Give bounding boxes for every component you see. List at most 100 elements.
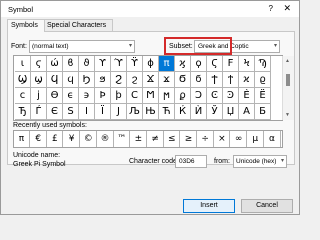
symbol-cell[interactable]: Ͻ bbox=[191, 88, 207, 104]
dialog-title: Symbol bbox=[8, 5, 34, 14]
symbol-cell[interactable]: Ϛ bbox=[207, 56, 223, 72]
symbol-cell[interactable]: Ϝ bbox=[223, 56, 239, 72]
font-select-value: (normal text) bbox=[32, 43, 69, 50]
symbol-cell[interactable]: Б bbox=[255, 104, 271, 120]
symbol-cell[interactable]: ϲ bbox=[15, 88, 31, 104]
symbol-cell[interactable]: ϙ bbox=[191, 56, 207, 72]
recent-symbol-cell[interactable]: ∞ bbox=[231, 131, 248, 147]
symbol-cell[interactable]: ϐ bbox=[63, 56, 79, 72]
character-code-input[interactable]: 03D6 bbox=[175, 155, 207, 168]
recent-symbol-cell[interactable]: × bbox=[214, 131, 231, 147]
tab-special-characters[interactable]: Special Characters bbox=[43, 19, 113, 31]
symbol-cell[interactable]: ώ bbox=[47, 56, 63, 72]
symbol-cell[interactable]: Ј bbox=[111, 104, 127, 120]
symbol-cell[interactable]: ϥ bbox=[63, 72, 79, 88]
symbol-cell[interactable]: Ϧ bbox=[79, 72, 95, 88]
symbol-cell[interactable]: ϯ bbox=[223, 72, 239, 88]
symbol-cell[interactable]: А bbox=[239, 104, 255, 120]
symbol-cell[interactable]: Ϸ bbox=[95, 88, 111, 104]
symbol-cell[interactable]: π bbox=[159, 56, 175, 72]
symbol-cell[interactable]: ϼ bbox=[175, 88, 191, 104]
symbol-cell[interactable]: ι bbox=[15, 56, 31, 72]
grid-scrollbar[interactable]: ▲ ▼ bbox=[282, 56, 294, 120]
recent-symbol-cell[interactable]: ÷ bbox=[198, 131, 214, 147]
recent-symbol-cell[interactable]: © bbox=[81, 131, 97, 147]
symbol-cell[interactable]: Ѕ bbox=[63, 104, 79, 120]
symbol-cell[interactable]: ϣ bbox=[31, 72, 47, 88]
close-icon[interactable]: ✕ bbox=[283, 3, 291, 14]
tab-symbols[interactable]: Symbols bbox=[7, 19, 45, 32]
symbol-cell[interactable]: Ё bbox=[255, 88, 271, 104]
symbol-cell[interactable]: Ϫ bbox=[143, 72, 159, 88]
recent-symbol-cell[interactable]: ≠ bbox=[148, 131, 164, 147]
recent-symbol-cell[interactable]: ® bbox=[98, 131, 114, 147]
symbol-cell[interactable]: ϰ bbox=[239, 72, 255, 88]
recent-symbol-cell[interactable]: € bbox=[31, 131, 47, 147]
symbol-cell[interactable]: Ѝ bbox=[191, 104, 207, 120]
symbol-cell[interactable]: Ѐ bbox=[239, 88, 255, 104]
symbol-cell[interactable]: ϕ bbox=[143, 56, 159, 72]
recent-symbol-cell[interactable]: ≤ bbox=[164, 131, 181, 147]
symbol-cell[interactable]: ϵ bbox=[63, 88, 79, 104]
recent-symbols-label: Recently used symbols: bbox=[13, 122, 87, 129]
scroll-thumb[interactable] bbox=[286, 74, 290, 86]
recent-symbol-cell[interactable]: ≥ bbox=[181, 131, 197, 147]
from-label: from: bbox=[214, 158, 230, 165]
symbol-cell[interactable]: Љ bbox=[127, 104, 143, 120]
symbol-cell[interactable]: ϭ bbox=[191, 72, 207, 88]
symbol-cell[interactable]: ϩ bbox=[127, 72, 143, 88]
symbol-cell[interactable]: І bbox=[79, 104, 95, 120]
symbol-grid[interactable]: ▲ ▼ ιϛώϐϑϒϓϔϕπϗϙϚϜϞϠ ϢϣϤϥϦϧϨϩϪϫϬϭϮϯϰϱ ϲϳϴϵ… bbox=[13, 55, 294, 121]
help-button[interactable]: ? bbox=[269, 4, 273, 13]
recent-symbol-cell[interactable]: π bbox=[14, 131, 30, 147]
symbol-cell[interactable]: Ͽ bbox=[223, 88, 239, 104]
recent-symbol-cell[interactable]: £ bbox=[47, 131, 64, 147]
symbol-cell[interactable]: ϫ bbox=[159, 72, 175, 88]
recent-symbol-cell[interactable]: α bbox=[265, 131, 281, 147]
symbol-cell[interactable]: Ѓ bbox=[31, 104, 47, 120]
symbol-cell[interactable]: ϳ bbox=[31, 88, 47, 104]
from-select[interactable]: Unicode (hex) ▾ bbox=[233, 155, 287, 168]
recent-symbol-cell[interactable]: µ bbox=[248, 131, 264, 147]
symbol-cell[interactable]: Њ bbox=[143, 104, 159, 120]
symbol-cell[interactable]: ϻ bbox=[159, 88, 175, 104]
symbol-cell[interactable]: Є bbox=[47, 104, 63, 120]
symbol-cell[interactable]: Џ bbox=[223, 104, 239, 120]
symbol-cell[interactable]: Ϟ bbox=[239, 56, 255, 72]
cancel-button[interactable]: Cancel bbox=[241, 199, 293, 213]
symbol-cell[interactable]: ϒ bbox=[95, 56, 111, 72]
symbol-cell[interactable]: Ϡ bbox=[255, 56, 271, 72]
symbol-cell[interactable]: Ϭ bbox=[175, 72, 191, 88]
symbol-cell[interactable]: ϓ bbox=[111, 56, 127, 72]
font-label: Font: bbox=[11, 43, 27, 50]
symbol-cell[interactable]: Ϩ bbox=[111, 72, 127, 88]
symbol-cell[interactable]: ϱ bbox=[255, 72, 271, 88]
recent-symbol-cell[interactable]: ± bbox=[131, 131, 147, 147]
symbol-cell[interactable]: Ϯ bbox=[207, 72, 223, 88]
symbol-cell[interactable]: ϸ bbox=[111, 88, 127, 104]
recent-symbol-cell[interactable]: ™ bbox=[114, 131, 131, 147]
symbol-cell[interactable]: Ќ bbox=[175, 104, 191, 120]
symbol-cell[interactable]: Ϻ bbox=[143, 88, 159, 104]
symbol-cell[interactable]: ϶ bbox=[79, 88, 95, 104]
symbol-cell[interactable]: Ϥ bbox=[47, 72, 63, 88]
symbol-cell[interactable]: ϗ bbox=[175, 56, 191, 72]
recent-symbol-cell[interactable]: ¥ bbox=[64, 131, 81, 147]
symbol-cell[interactable]: Ϲ bbox=[127, 88, 143, 104]
scroll-down-icon[interactable]: ▼ bbox=[285, 112, 290, 118]
scroll-up-icon[interactable]: ▲ bbox=[285, 58, 290, 64]
unicode-name-label: Unicode name: bbox=[13, 152, 61, 159]
symbol-cell[interactable]: ϛ bbox=[31, 56, 47, 72]
symbol-cell[interactable]: Ї bbox=[95, 104, 111, 120]
symbol-cell[interactable]: ϑ bbox=[79, 56, 95, 72]
symbol-cell[interactable]: Ϣ bbox=[15, 72, 31, 88]
symbol-cell[interactable]: Ћ bbox=[159, 104, 175, 120]
symbol-cell[interactable]: ϔ bbox=[127, 56, 143, 72]
symbol-cell[interactable]: ϴ bbox=[47, 88, 63, 104]
font-select[interactable]: (normal text) ▾ bbox=[29, 40, 135, 53]
symbol-cell[interactable]: ϧ bbox=[95, 72, 111, 88]
symbol-cell[interactable]: Ͼ bbox=[207, 88, 223, 104]
insert-button[interactable]: Insert bbox=[183, 199, 235, 213]
symbol-cell[interactable]: Ђ bbox=[15, 104, 31, 120]
symbol-cell[interactable]: Ў bbox=[207, 104, 223, 120]
